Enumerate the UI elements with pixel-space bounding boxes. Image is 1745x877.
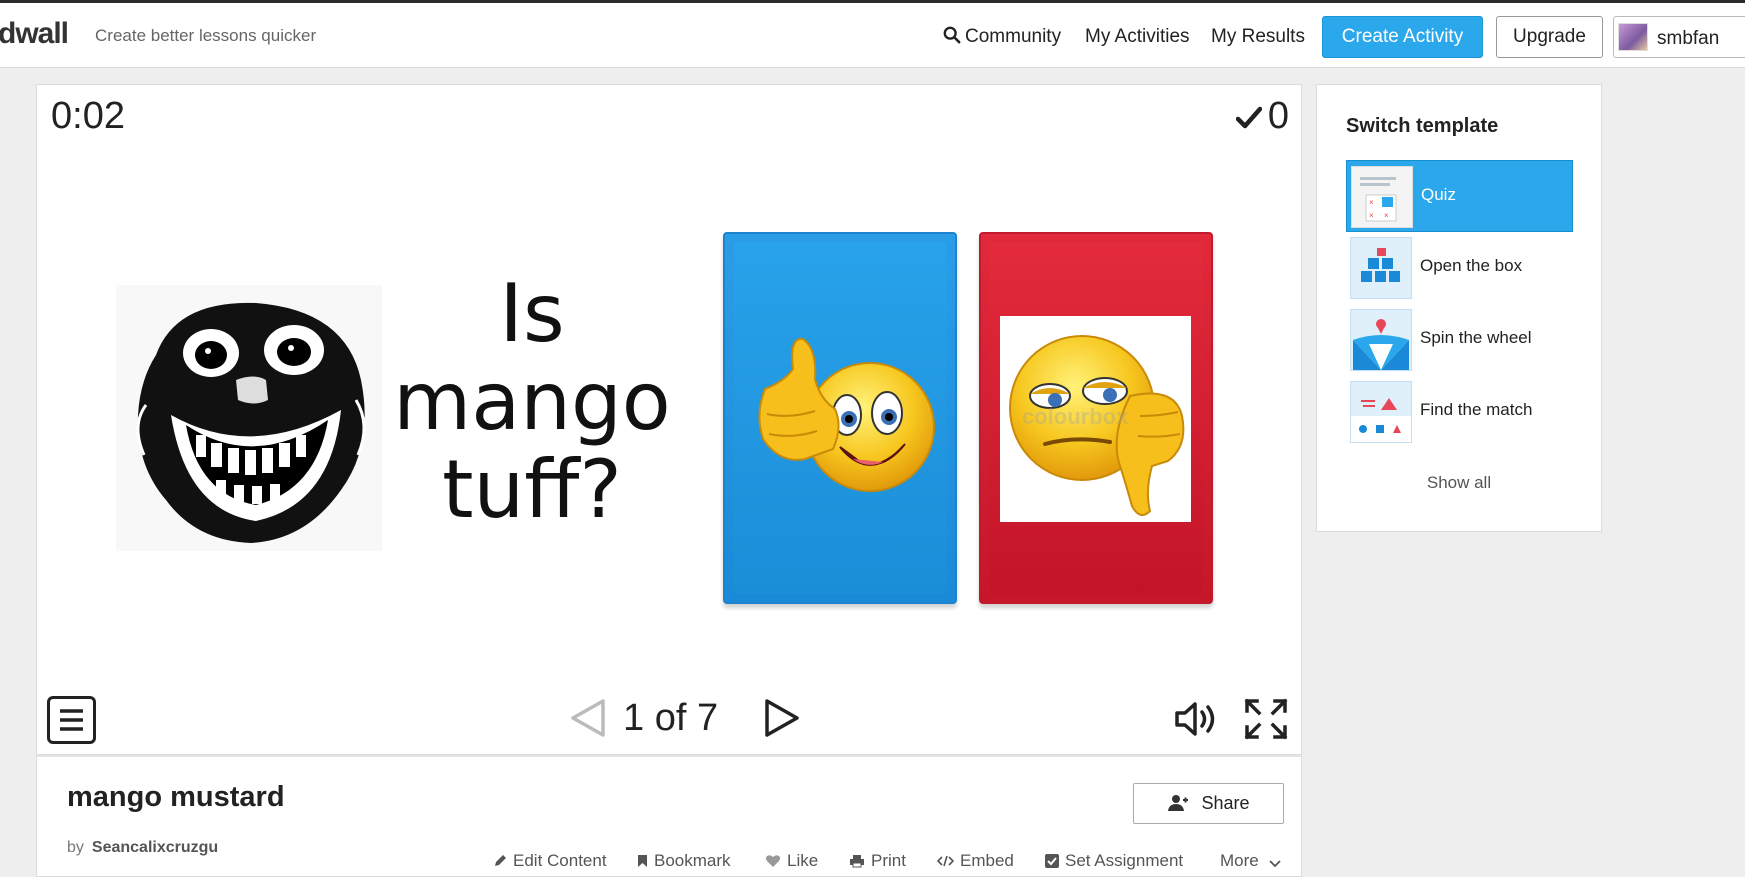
- menu-button[interactable]: [47, 696, 96, 744]
- switch-template-panel: Switch template × × × Quiz Open the box: [1316, 84, 1602, 532]
- thumbs-up-emoji-icon: [758, 337, 935, 492]
- hamburger-icon: [60, 709, 83, 731]
- question-image: [116, 285, 382, 551]
- answer-option-thumbs-up[interactable]: [723, 232, 957, 604]
- page-counter: 1 of 7: [623, 697, 719, 739]
- edit-content-button[interactable]: Edit Content: [493, 851, 607, 871]
- answer-option-thumbs-down[interactable]: colourbox: [979, 232, 1213, 604]
- user-name: smbfan: [1657, 28, 1720, 49]
- author-line: by Seancalixcruzgu: [67, 839, 218, 857]
- show-all-link[interactable]: Show all: [1317, 473, 1601, 493]
- by-label: by: [67, 839, 84, 856]
- nav-community-label: Community: [965, 26, 1062, 47]
- like-label: Like: [787, 851, 819, 870]
- avatar: [1618, 23, 1648, 51]
- code-icon: [936, 855, 955, 867]
- site-header: dwall Create better lessons quicker Comm…: [0, 3, 1745, 68]
- print-label: Print: [871, 851, 906, 870]
- timer: 0:02: [51, 95, 125, 137]
- template-find-the-match[interactable]: Find the match: [1346, 376, 1573, 448]
- user-share-icon: [1168, 795, 1189, 811]
- next-arrow-icon[interactable]: [763, 697, 803, 739]
- activity-title: mango mustard: [67, 781, 285, 813]
- checkmark-icon: [1235, 106, 1263, 129]
- print-button[interactable]: Print: [849, 851, 906, 871]
- bookmark-icon: [638, 855, 647, 867]
- activity-info: mango mustard by Seancalixcruzgu Share Ed…: [36, 755, 1302, 877]
- troll-face-image: [136, 302, 366, 543]
- template-label: Find the match: [1420, 400, 1533, 419]
- pager: 1 of 7: [567, 693, 807, 743]
- bookmark-label: Bookmark: [654, 851, 731, 870]
- bookmark-button[interactable]: Bookmark: [637, 851, 731, 871]
- nav-my-activities[interactable]: My Activities: [1085, 26, 1190, 48]
- upgrade-button[interactable]: Upgrade: [1496, 16, 1603, 58]
- printer-icon: [850, 855, 864, 868]
- switch-template-title: Switch template: [1346, 115, 1499, 137]
- previous-arrow-icon[interactable]: [567, 697, 607, 739]
- score: 0: [1235, 95, 1289, 138]
- more-button[interactable]: More: [1220, 851, 1282, 871]
- embed-button[interactable]: Embed: [936, 851, 1014, 871]
- score-value: 0: [1267, 95, 1289, 137]
- chevron-down-icon: [1269, 860, 1282, 868]
- site-tagline: Create better lessons quicker: [95, 26, 317, 45]
- template-label: Quiz: [1421, 185, 1456, 204]
- quiz-thumbnail-icon: × × ×: [1351, 166, 1413, 228]
- template-open-the-box[interactable]: Open the box: [1346, 232, 1573, 304]
- author-link[interactable]: Seancalixcruzgu: [92, 839, 218, 856]
- site-logo[interactable]: dwall: [0, 17, 69, 51]
- sound-icon[interactable]: [1173, 699, 1219, 739]
- user-menu[interactable]: smbfan: [1613, 16, 1745, 58]
- image-watermark: colourbox: [1022, 404, 1129, 429]
- svg-text:×: ×: [1384, 211, 1389, 220]
- open-the-box-thumbnail-icon: [1350, 237, 1412, 299]
- find-the-match-thumbnail-icon: [1350, 381, 1412, 443]
- set-assignment-button[interactable]: Set Assignment: [1045, 851, 1183, 871]
- more-label: More: [1220, 851, 1259, 870]
- question-text: Is mango tuff?: [393, 267, 671, 536]
- svg-text:×: ×: [1369, 211, 1374, 220]
- template-label: Open the box: [1420, 256, 1523, 275]
- activity-player: 0:02 0 Is mango tuff? colourbox 1 of 7: [36, 84, 1302, 755]
- spin-the-wheel-thumbnail-icon: [1350, 309, 1412, 371]
- fullscreen-icon[interactable]: [1243, 697, 1289, 741]
- share-button[interactable]: Share: [1133, 783, 1284, 824]
- template-quiz[interactable]: × × × Quiz: [1346, 160, 1573, 232]
- edit-content-label: Edit Content: [513, 851, 607, 870]
- embed-label: Embed: [960, 851, 1014, 870]
- like-button[interactable]: Like: [765, 851, 818, 871]
- create-activity-button[interactable]: Create Activity: [1322, 16, 1483, 58]
- heart-icon: [766, 855, 780, 867]
- answer-image: colourbox: [1000, 316, 1191, 522]
- svg-text:×: ×: [1369, 198, 1374, 207]
- set-assignment-label: Set Assignment: [1065, 851, 1184, 870]
- nav-my-results[interactable]: My Results: [1211, 26, 1305, 48]
- template-spin-the-wheel[interactable]: Spin the wheel: [1346, 304, 1573, 376]
- template-label: Spin the wheel: [1420, 328, 1532, 347]
- share-label: Share: [1201, 793, 1250, 813]
- nav-community[interactable]: Community: [943, 26, 1061, 48]
- search-icon: [943, 26, 961, 44]
- checkbox-icon: [1045, 854, 1059, 868]
- pencil-icon: [495, 855, 506, 866]
